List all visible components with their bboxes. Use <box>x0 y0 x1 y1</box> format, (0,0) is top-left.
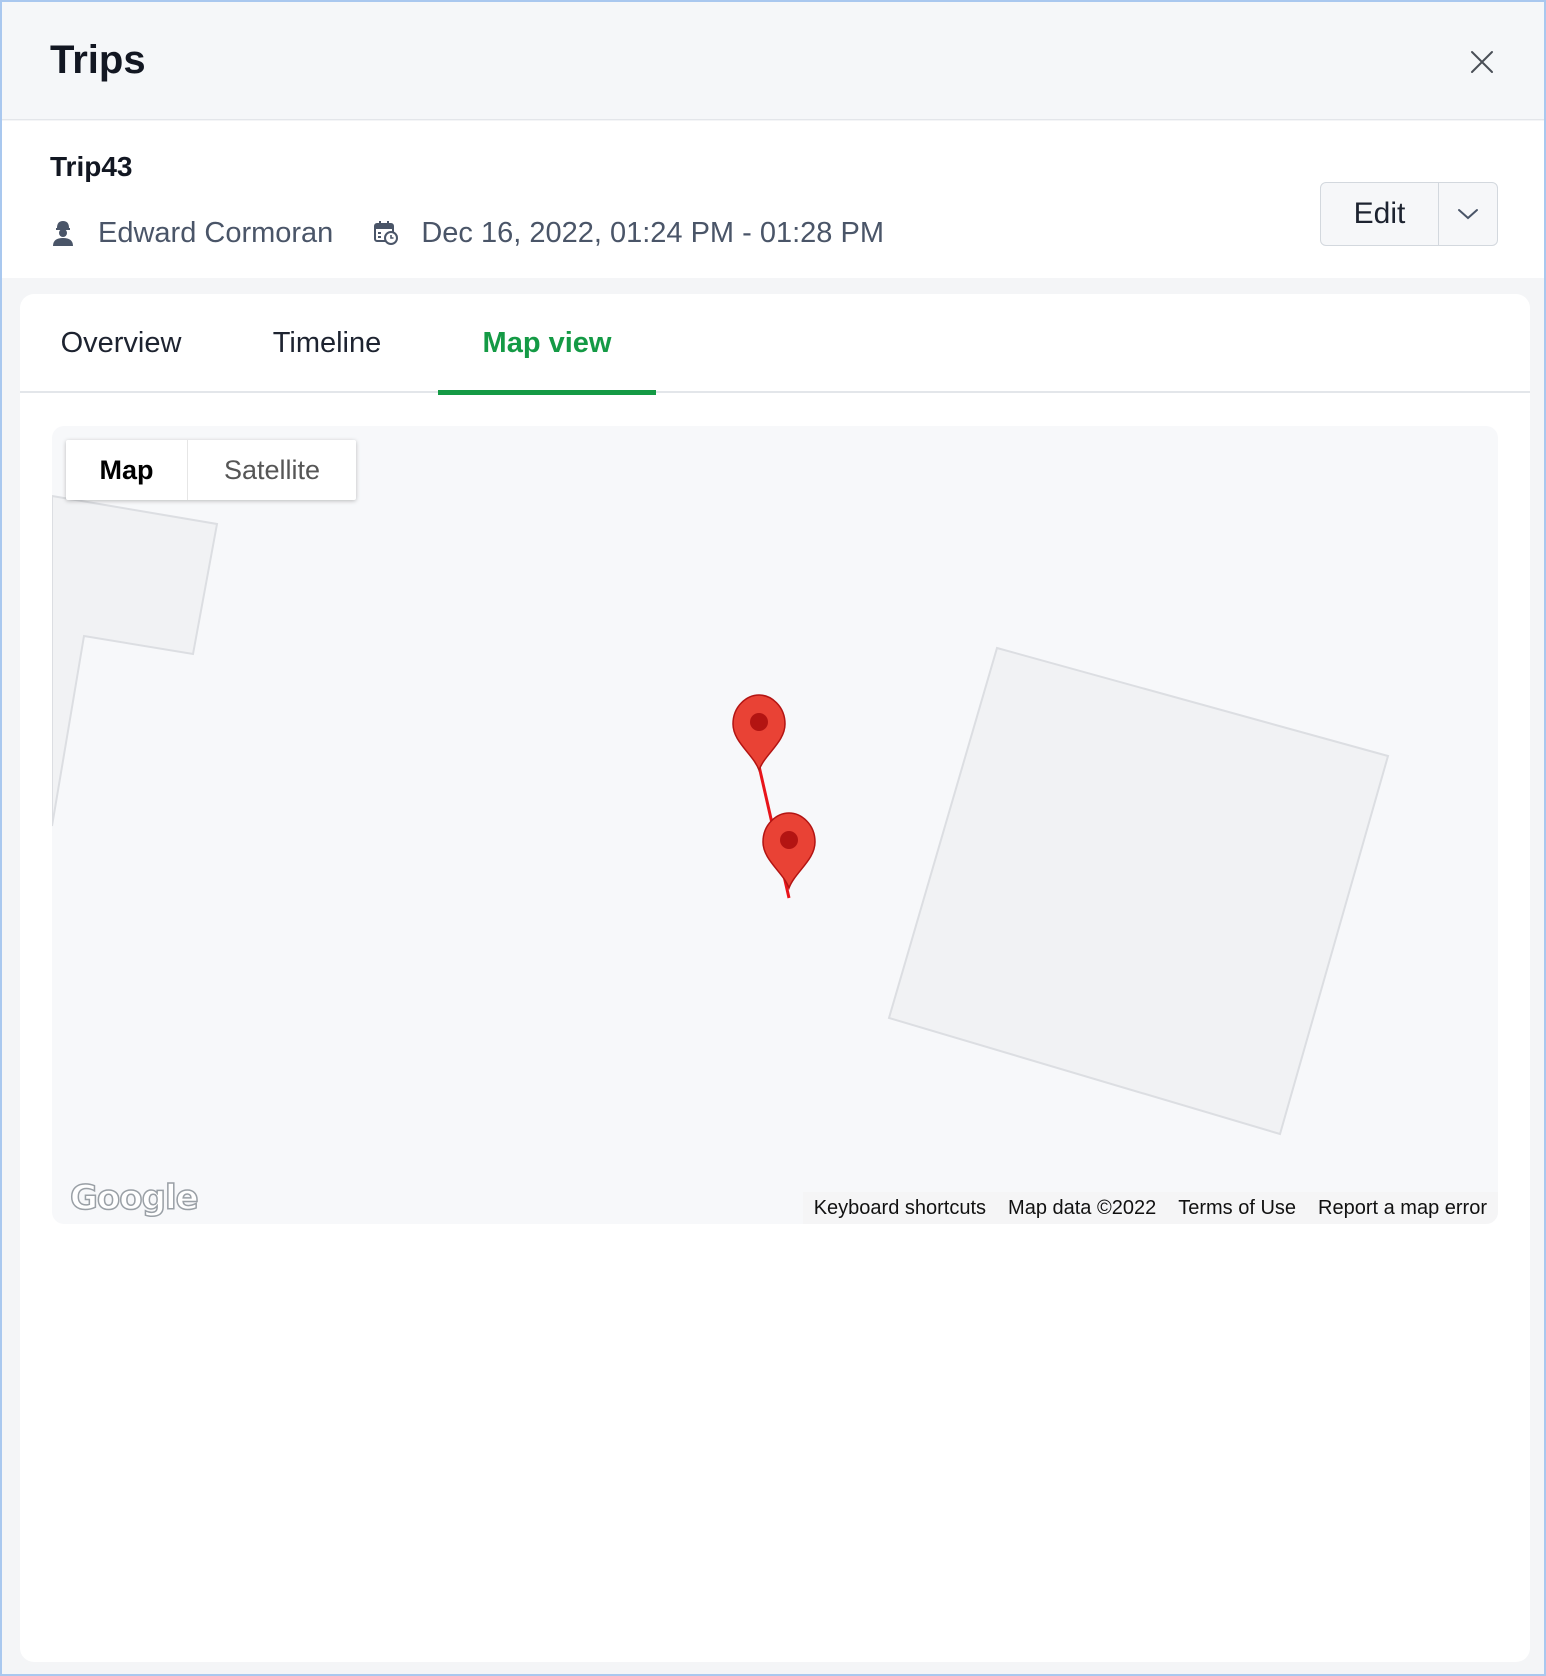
modal-title: Trips <box>50 38 146 82</box>
tab-timeline[interactable]: Timeline <box>238 294 416 393</box>
tab-bar: Overview Timeline Map view <box>20 294 1530 395</box>
keyboard-shortcuts-link[interactable]: Keyboard shortcuts <box>803 1197 997 1220</box>
calendar-clock-icon <box>373 219 399 247</box>
map-tiles <box>52 494 1390 1136</box>
trips-modal: Trips Trip43 Edward Cormoran Dec 16, 202… <box>0 0 1546 1676</box>
report-map-error-link[interactable]: Report a map error <box>1307 1197 1498 1220</box>
map-canvas[interactable]: Map Satellite Google Keyboard shortcuts … <box>52 426 1498 1224</box>
user-icon <box>50 219 76 247</box>
terms-of-use-link[interactable]: Terms of Use <box>1167 1197 1307 1220</box>
map-type-satellite-button[interactable]: Satellite <box>188 440 356 500</box>
trip-info: Trip43 Edward Cormoran Dec 16, 2022, 01:… <box>2 121 1544 278</box>
close-icon <box>1471 51 1493 73</box>
chevron-down-icon <box>1458 209 1478 220</box>
tab-overview[interactable]: Overview <box>46 294 196 393</box>
map-attribution: Keyboard shortcuts Map data ©2022 Terms … <box>802 1192 1498 1224</box>
map-type-control: Map Satellite <box>66 440 356 500</box>
google-logo: Google <box>69 1177 199 1219</box>
map-building <box>52 494 219 827</box>
trip-name: Trip43 <box>50 151 133 182</box>
trip-time-range: Dec 16, 2022, 01:24 PM - 01:28 PM <box>421 216 884 249</box>
start-marker[interactable] <box>732 694 786 773</box>
driver-name: Edward Cormoran <box>98 216 334 249</box>
end-marker[interactable] <box>762 812 816 891</box>
trip-meta: Edward Cormoran Dec 16, 2022, 01:24 PM -… <box>50 213 884 253</box>
trip-content-card: Overview Timeline Map view Map Satellite… <box>20 294 1530 1662</box>
modal-header: Trips <box>2 2 1544 120</box>
map-building <box>887 646 1390 1136</box>
map-data-text: Map data ©2022 <box>1008 1196 1157 1219</box>
edit-dropdown-button[interactable] <box>1439 183 1497 245</box>
map-type-map-button[interactable]: Map <box>66 440 188 500</box>
edit-button[interactable]: Edit <box>1321 183 1439 245</box>
tab-map-view[interactable]: Map view <box>438 294 656 395</box>
edit-button-group: Edit <box>1320 182 1498 246</box>
close-button[interactable] <box>1462 42 1502 82</box>
